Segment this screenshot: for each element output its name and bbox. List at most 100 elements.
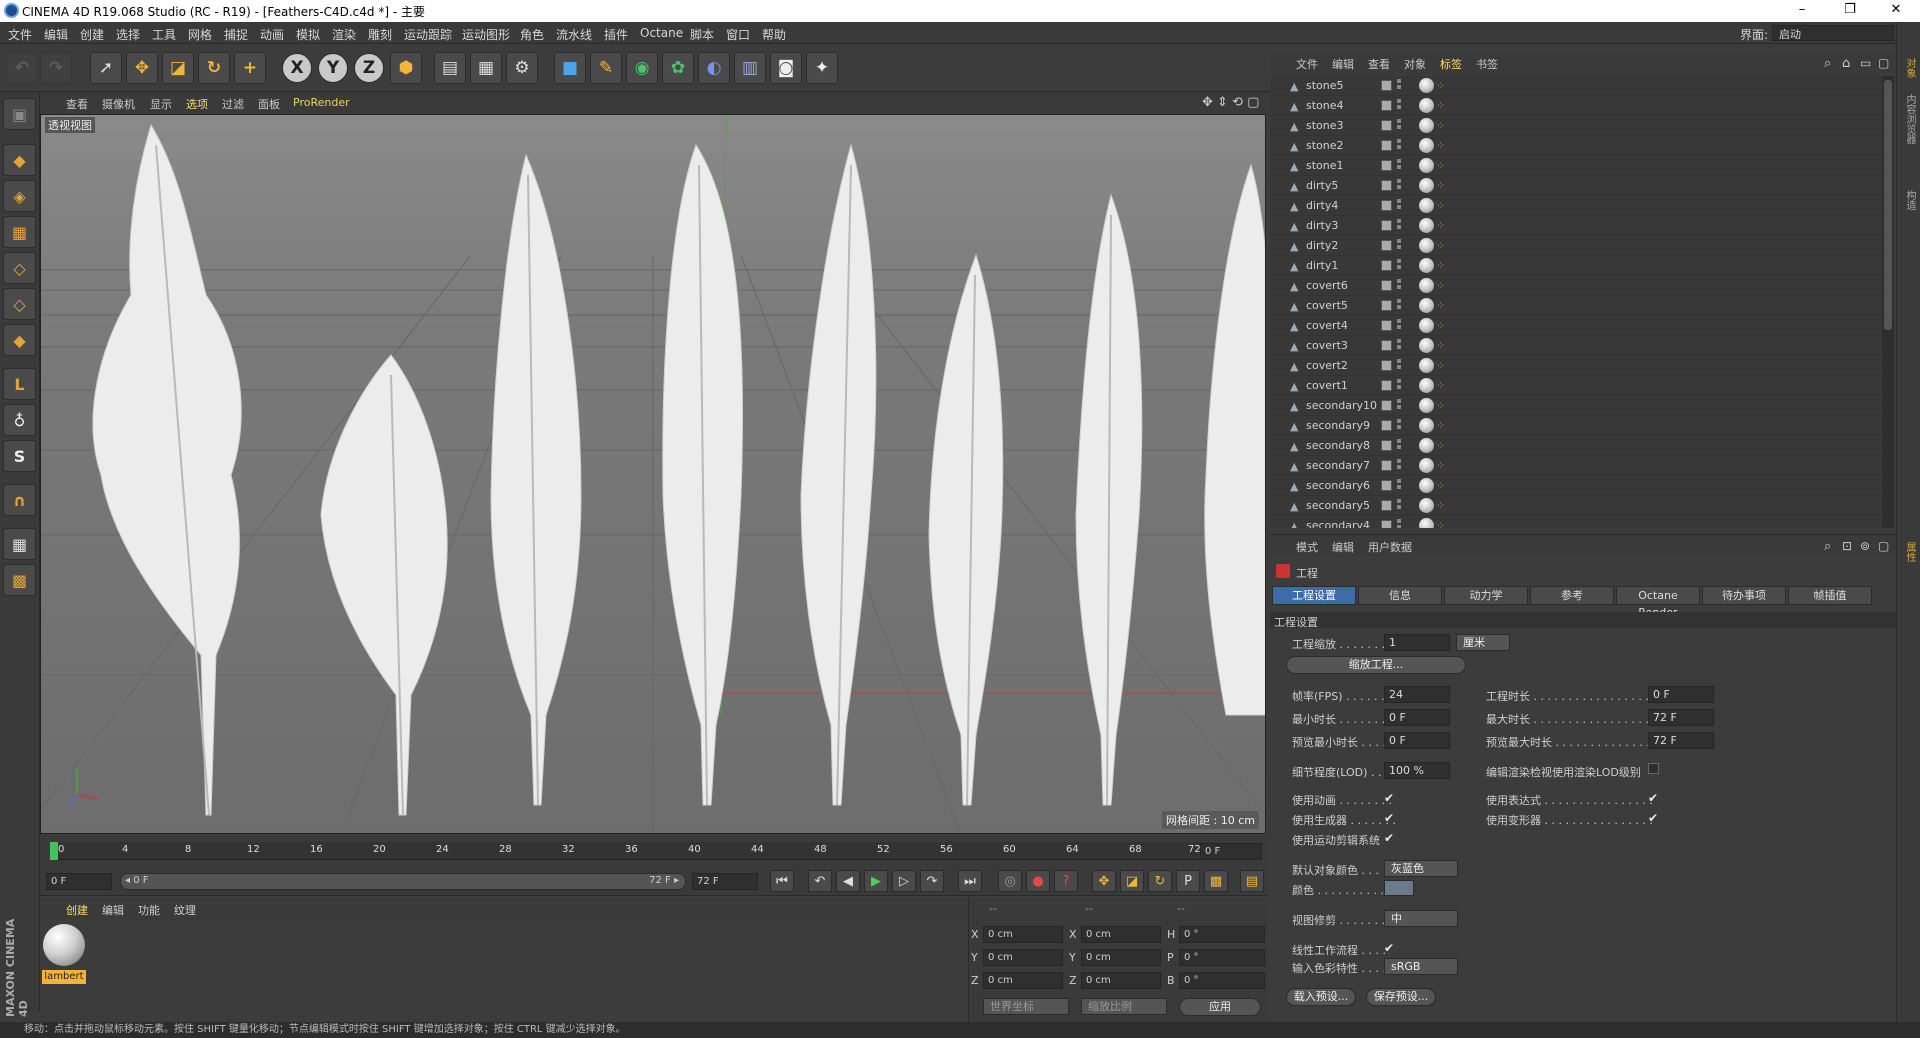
play-icon[interactable]: ▶ [864,870,888,892]
phong-tag-icon[interactable]: ⁘ [1436,360,1446,372]
om-menu-view[interactable]: 查看 [1368,56,1390,72]
layer-checkbox[interactable] [1381,460,1392,471]
vp-menu-cameras[interactable]: 摄像机 [102,96,135,112]
project-time-field[interactable]: 0 F [1648,686,1714,703]
material-tag-icon[interactable] [1419,358,1434,373]
list-item[interactable]: ▲ secondary4 ⁘ [1270,516,1882,528]
magnet-icon[interactable]: ∩ [3,484,36,516]
use-animation-checkbox[interactable]: ✔ [1384,791,1394,805]
size-y-field[interactable]: 0 cm [1081,949,1161,966]
auto-key-icon[interactable]: ● [1026,870,1050,892]
go-to-start-icon[interactable]: ⏮ [770,870,794,892]
layout-dropdown[interactable]: 启动 [1772,25,1894,41]
side-tab-attributes[interactable]: 属性 [1901,542,1917,562]
tab-todo[interactable]: 待办事项 [1702,586,1786,605]
keyframe-selection-icon[interactable]: ? [1054,870,1078,892]
menu-simulate[interactable]: 模拟 [296,26,320,43]
list-item[interactable]: ▲ secondary6 ⁘ [1270,476,1882,496]
scale-project-button[interactable]: 缩放工程... [1286,656,1466,674]
menu-window[interactable]: 窗口 [726,26,750,43]
coordinate-system-icon[interactable]: ⬢ [390,52,422,84]
material-tag-icon[interactable] [1419,298,1434,313]
points-mode-icon[interactable]: ◇ [3,252,36,284]
material-tag-icon[interactable] [1419,458,1434,473]
menu-character[interactable]: 角色 [520,26,544,43]
list-item[interactable]: ▲ covert6 ⁘ [1270,276,1882,296]
layer-checkbox[interactable] [1381,240,1392,251]
material-tag-icon[interactable] [1419,418,1434,433]
list-item[interactable]: ▲ dirty4 ⁘ [1270,196,1882,216]
timeline-ruler[interactable]: 0 4 8 12 16 20 24 28 32 36 40 44 48 52 5… [40,836,1268,866]
pen-spline-icon[interactable]: ✎ [590,52,622,84]
list-item[interactable]: ▲ dirty3 ⁘ [1270,216,1882,236]
key-parameter-icon[interactable]: P [1176,870,1200,892]
visibility-dots[interactable] [1397,239,1401,253]
visibility-dots[interactable] [1397,519,1401,528]
max-time-field[interactable]: 72 F [1648,709,1714,726]
redo-icon[interactable]: ↷ [40,52,72,84]
om-home-icon[interactable]: ⌂ [1842,56,1850,71]
axis-mode-icon[interactable]: L [3,368,36,400]
layer-checkbox[interactable] [1381,200,1392,211]
position-z-field[interactable]: 0 cm [983,972,1063,989]
use-expressions-checkbox[interactable]: ✔ [1648,791,1658,805]
layer-checkbox[interactable] [1381,420,1392,431]
key-position-icon[interactable]: ✥ [1092,870,1116,892]
x-axis-lock-button[interactable]: X [282,53,312,83]
layer-checkbox[interactable] [1381,300,1392,311]
material-tag-icon[interactable] [1419,178,1434,193]
tab-dynamics[interactable]: 动力学 [1444,586,1528,605]
material-tag-icon[interactable] [1419,98,1434,113]
edges-mode-icon[interactable]: ◇ [3,288,36,320]
rotation-p-field[interactable]: 0 ° [1179,949,1265,966]
layer-checkbox[interactable] [1381,260,1392,271]
om-expand-icon[interactable]: ▢ [1878,56,1889,70]
phong-tag-icon[interactable]: ⁘ [1436,240,1446,252]
phong-tag-icon[interactable]: ⁘ [1436,320,1446,332]
position-x-field[interactable]: 0 cm [983,926,1063,943]
list-item[interactable]: ▲ covert4 ⁘ [1270,316,1882,336]
menu-plugins[interactable]: 插件 [604,26,628,43]
phong-tag-icon[interactable]: ⁘ [1436,480,1446,492]
visibility-dots[interactable] [1397,259,1401,273]
list-item[interactable]: ▲ covert3 ⁘ [1270,336,1882,356]
list-item[interactable]: ▲ dirty5 ⁘ [1270,176,1882,196]
texture-mode-icon[interactable]: ◈ [3,180,36,212]
material-tag-icon[interactable] [1419,238,1434,253]
layer-checkbox[interactable] [1381,340,1392,351]
attr-settings-icon[interactable]: ⊚ [1860,539,1870,553]
list-item[interactable]: ▲ covert1 ⁘ [1270,376,1882,396]
visibility-dots[interactable] [1397,419,1401,433]
save-preset-button[interactable]: 保存预设... [1366,988,1436,1006]
subdivision-icon[interactable]: ◉ [626,52,658,84]
previous-key-icon[interactable]: ↶ [808,870,832,892]
tab-key-interpolation[interactable]: 帧插值 [1788,586,1872,605]
om-up-icon[interactable]: ▭ [1860,56,1871,70]
material-tag-icon[interactable] [1419,78,1434,93]
visibility-dots[interactable] [1397,199,1401,213]
mat-menu-create[interactable]: 创建 [66,902,88,918]
om-menu-file[interactable]: 文件 [1296,56,1318,72]
end-frame-field[interactable]: 72 F [692,873,758,890]
phong-tag-icon[interactable]: ⁘ [1436,120,1446,132]
material-tag-icon[interactable] [1419,478,1434,493]
size-x-field[interactable]: 0 cm [1081,926,1161,943]
grid-icon[interactable]: ▩ [3,564,36,596]
visibility-dots[interactable] [1397,439,1401,453]
visibility-dots[interactable] [1397,479,1401,493]
snap-icon[interactable]: S [3,440,36,472]
side-tab-objects[interactable]: 对象 [1901,58,1917,78]
timeline-track[interactable]: 0 4 8 12 16 20 24 28 32 36 40 44 48 52 5… [50,842,1202,860]
material-tag-icon[interactable] [1419,278,1434,293]
list-item[interactable]: ▲ stone3 ⁘ [1270,116,1882,136]
material-tag-icon[interactable] [1419,138,1434,153]
menu-snap[interactable]: 捕捉 [224,26,248,43]
menu-pipeline[interactable]: 流水线 [556,26,592,43]
list-item[interactable]: ▲ stone4 ⁘ [1270,96,1882,116]
tab-project-settings[interactable]: 工程设置 [1272,586,1356,605]
om-menu-edit[interactable]: 编辑 [1332,56,1354,72]
tab-octane-render[interactable]: Octane Render [1616,586,1700,619]
visibility-dots[interactable] [1397,499,1401,513]
render-view-icon[interactable]: ▤ [434,52,466,84]
menu-tools[interactable]: 工具 [152,26,176,43]
